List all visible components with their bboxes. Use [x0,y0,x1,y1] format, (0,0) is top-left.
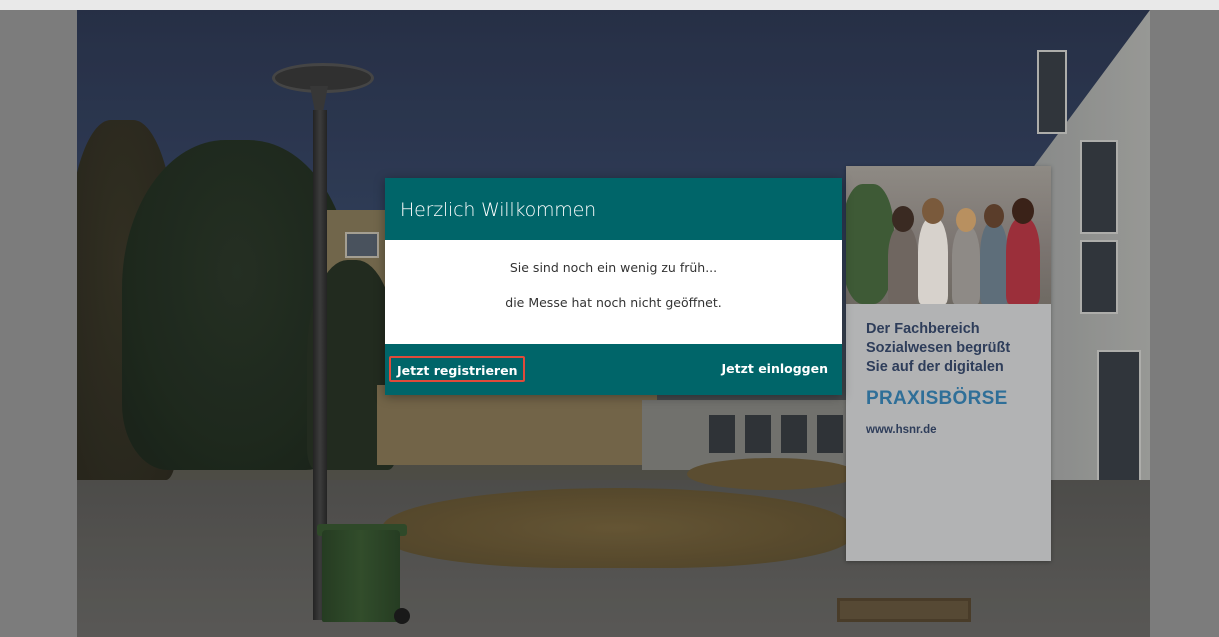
page: Der Fachbereich Sozialwesen begrüßt Sie … [0,0,1219,637]
login-button[interactable]: Jetzt einloggen [721,356,828,382]
praxisboerse-poster: Der Fachbereich Sozialwesen begrüßt Sie … [846,166,1051,561]
poster-person [922,198,944,224]
left-margin [0,10,77,637]
welcome-modal: Herzlich Willkommen Sie sind noch ein we… [385,178,842,395]
top-strip [0,0,1219,10]
poster-plant [846,184,894,304]
register-button[interactable]: Jetzt registrieren [389,356,526,382]
modal-header: Herzlich Willkommen [385,178,842,240]
modal-message-line: Sie sind noch ein wenig zu früh... [509,260,718,275]
poster-person [984,204,1004,228]
right-margin [1150,10,1219,637]
poster-person [918,218,948,304]
poster-person [952,226,980,304]
modal-message-line: die Messe hat noch nicht geöffnet. [505,295,722,310]
poster-person [1006,218,1040,304]
poster-text-line: Sozialwesen begrüßt [866,340,1011,356]
poster-person [956,208,976,232]
poster-text: Der Fachbereich Sozialwesen begrüßt Sie … [866,320,1046,377]
poster-title: PRAXISBÖRSE [866,388,1008,409]
poster-text-line: Sie auf der digitalen [866,359,1004,375]
poster-url: www.hsnr.de [866,424,937,436]
modal-body: Sie sind noch ein wenig zu früh... die M… [385,240,842,344]
poster-person [980,222,1008,304]
poster-person [892,206,914,232]
modal-title: Herzlich Willkommen [400,199,596,221]
poster-photo [846,166,1051,304]
modal-footer: Jetzt registrieren Jetzt einloggen [385,344,842,395]
poster-person [888,226,918,304]
poster-text-line: Der Fachbereich [866,321,980,337]
poster-person [1012,198,1034,224]
